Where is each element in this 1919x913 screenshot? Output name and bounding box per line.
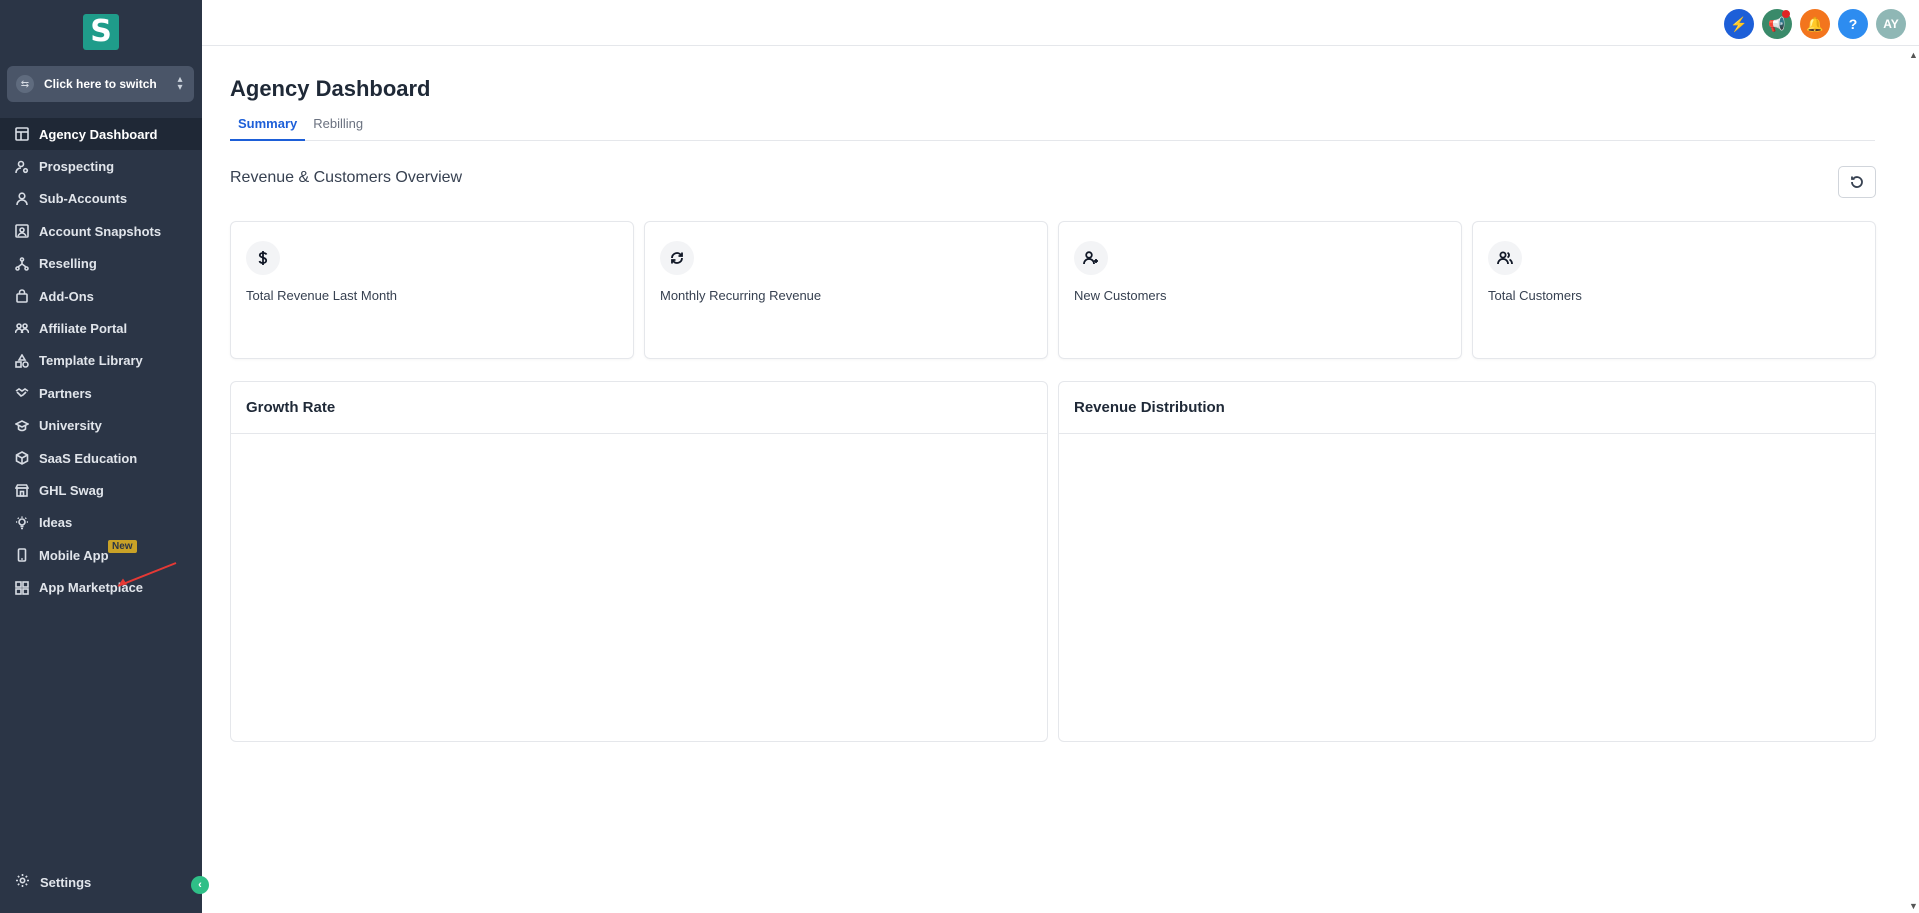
users-icon — [15, 322, 29, 336]
sidebar-item-label: Sub-Accounts — [39, 191, 128, 207]
refresh-cycle-icon — [660, 241, 694, 275]
phone-icon — [15, 548, 29, 563]
user-icon — [15, 192, 29, 206]
notification-dot — [1782, 10, 1790, 18]
tab-bar: Summary Rebilling — [230, 114, 1875, 141]
settings-label: Settings — [40, 874, 92, 890]
sidebar-item-ghl-swag[interactable]: GHL Swag — [0, 474, 202, 506]
sidebar-item-label: Reselling — [39, 256, 97, 272]
sidebar-item-reselling[interactable]: Reselling — [0, 248, 202, 280]
avatar[interactable]: AY — [1876, 9, 1906, 39]
topbar: ⚡ 📢 🔔 ? AY — [202, 0, 1919, 46]
sidebar-nav: Agency Dashboard Prospecting Sub-Account… — [0, 118, 202, 604]
new-badge: New — [108, 540, 137, 554]
refresh-button[interactable] — [1838, 166, 1876, 198]
bag-icon — [15, 289, 29, 303]
gear-icon — [15, 873, 40, 891]
sidebar-item-label: Partners — [39, 385, 92, 401]
chevron-left-icon: ‹ — [198, 879, 202, 891]
question-icon: ? — [1848, 16, 1858, 32]
sidebar-item-label: Agency Dashboard — [39, 126, 158, 142]
sidebar-item-label: Mobile App — [39, 547, 109, 563]
user-plus-icon — [1074, 241, 1108, 275]
handshake-icon — [15, 386, 29, 400]
metric-card-total-revenue: Total Revenue Last Month — [230, 221, 634, 359]
sidebar-item-affiliate-portal[interactable]: Affiliate Portal — [0, 312, 202, 344]
shapes-icon — [15, 353, 29, 368]
sidebar: S ⇆ Click here to switch ▴ ▾ Agency Dashb… — [0, 0, 209, 913]
collapse-sidebar-button[interactable]: ‹ — [191, 876, 209, 894]
lightbulb-icon — [15, 516, 29, 530]
metric-card-total-customers: Total Customers — [1472, 221, 1876, 359]
sidebar-item-partners[interactable]: Partners — [0, 377, 202, 409]
bell-icon: 🔔 — [1806, 15, 1824, 32]
metric-label: Total Customers — [1488, 288, 1582, 303]
chevron-updown-icon: ▴ ▾ — [177, 74, 183, 93]
metric-card-new-customers: New Customers — [1058, 221, 1462, 359]
sidebar-item-label: Add-Ons — [39, 288, 94, 304]
topbar-actions: ⚡ 📢 🔔 ? AY — [1724, 9, 1906, 39]
panel-title: Revenue Distribution — [1059, 382, 1875, 434]
metric-label: Monthly Recurring Revenue — [660, 288, 822, 303]
announcements-button[interactable]: 📢 — [1762, 9, 1792, 39]
page-title: Agency Dashboard — [230, 76, 431, 101]
quick-action-button[interactable]: ⚡ — [1724, 9, 1754, 39]
switcher-label: Click here to switch — [44, 77, 157, 91]
account-switcher[interactable]: ⇆ Click here to switch ▴ ▾ — [7, 66, 194, 102]
sidebar-item-label: Prospecting — [39, 159, 115, 175]
logo-letter: S — [90, 14, 112, 49]
sidebar-item-university[interactable]: University — [0, 410, 202, 442]
annotation-arrow-icon — [117, 562, 177, 587]
sidebar-item-saas-education[interactable]: SaaS Education — [0, 442, 202, 474]
sidebar-item-account-snapshots[interactable]: Account Snapshots — [0, 215, 202, 247]
switch-icon: ⇆ — [16, 75, 34, 93]
page-scrollbar[interactable]: ▲ ▼ — [1907, 46, 1919, 913]
help-button[interactable]: ? — [1838, 9, 1868, 39]
section-title: Revenue & Customers Overview — [230, 169, 463, 186]
sidebar-item-label: Ideas — [39, 515, 73, 531]
sidebar-item-sub-accounts[interactable]: Sub-Accounts — [0, 183, 202, 215]
sidebar-item-label: University — [39, 418, 102, 434]
sidebar-item-prospecting[interactable]: Prospecting — [0, 150, 202, 182]
sidebar-item-settings[interactable]: Settings — [0, 866, 202, 898]
branch-icon — [15, 256, 29, 271]
store-icon — [15, 483, 29, 498]
user-search-icon — [15, 160, 29, 174]
metric-cards: Total Revenue Last Month Monthly Recurri… — [230, 221, 1876, 359]
notifications-button[interactable]: 🔔 — [1800, 9, 1830, 39]
snapshot-icon — [15, 224, 29, 239]
sidebar-item-label: Affiliate Portal — [39, 321, 128, 337]
graduation-cap-icon — [15, 419, 29, 433]
sidebar-item-add-ons[interactable]: Add-Ons — [0, 280, 202, 312]
magic-wand-icon: ⚡ — [1730, 15, 1748, 32]
scroll-up-icon[interactable]: ▲ — [1909, 50, 1918, 60]
scroll-down-icon[interactable]: ▼ — [1909, 901, 1918, 911]
panel-title: Growth Rate — [231, 382, 1047, 434]
sidebar-item-template-library[interactable]: Template Library — [0, 345, 202, 377]
revenue-distribution-panel: Revenue Distribution — [1058, 381, 1876, 742]
tab-summary[interactable]: Summary — [230, 114, 306, 141]
sidebar-item-label: Template Library — [39, 353, 143, 369]
megaphone-icon: 📢 — [1768, 15, 1786, 32]
brand-logo[interactable]: S — [83, 14, 119, 50]
tab-rebilling[interactable]: Rebilling — [305, 114, 371, 141]
sidebar-item-label: Account Snapshots — [39, 223, 162, 239]
metric-card-mrr: Monthly Recurring Revenue — [644, 221, 1048, 359]
avatar-initials: AY — [1883, 17, 1899, 31]
users-icon — [1488, 241, 1522, 275]
refresh-icon — [1851, 176, 1863, 188]
metric-label: Total Revenue Last Month — [246, 288, 398, 303]
sidebar-item-label: GHL Swag — [39, 482, 104, 498]
sidebar-item-ideas[interactable]: Ideas — [0, 507, 202, 539]
chart-panels: Growth Rate Revenue Distribution — [230, 381, 1876, 742]
metric-label: New Customers — [1074, 288, 1167, 303]
grid-icon — [15, 580, 29, 595]
dollar-icon — [246, 241, 280, 275]
sidebar-item-agency-dashboard[interactable]: Agency Dashboard — [0, 118, 202, 151]
cube-icon — [15, 451, 29, 466]
growth-rate-panel: Growth Rate — [230, 381, 1048, 742]
sidebar-item-label: SaaS Education — [39, 450, 138, 466]
dashboard-icon — [15, 127, 29, 141]
